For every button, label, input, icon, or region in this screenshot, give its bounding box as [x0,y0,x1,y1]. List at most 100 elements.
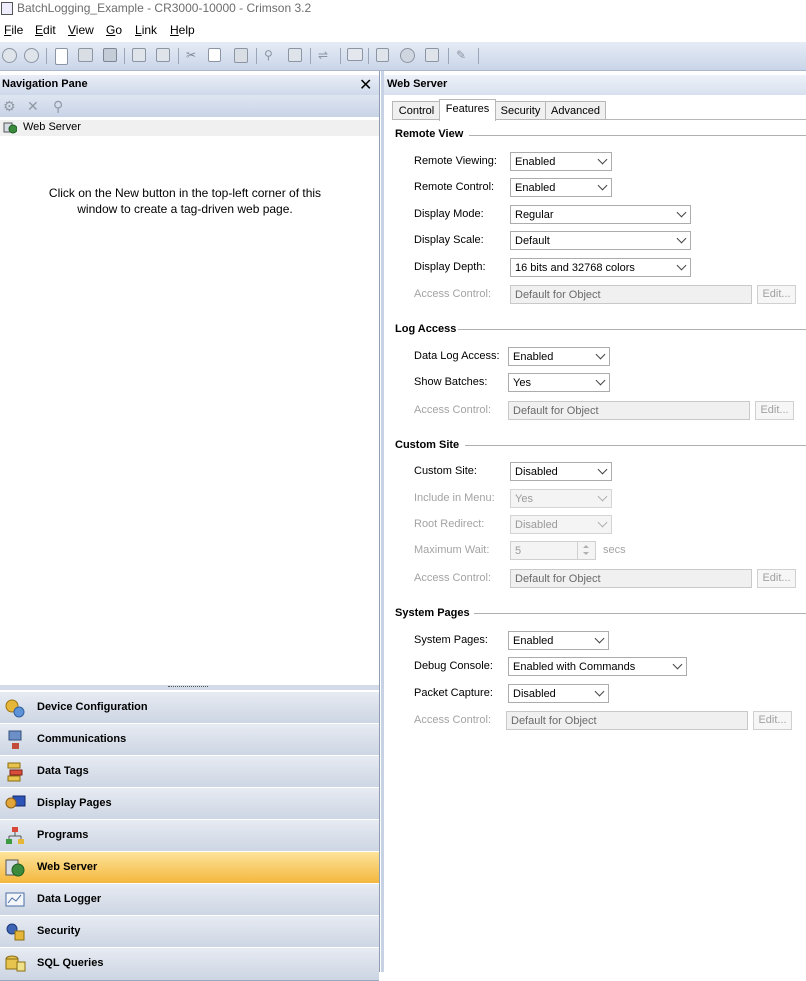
export-icon[interactable] [156,48,170,62]
category-programs[interactable]: Programs [0,819,379,853]
category-device-configuration[interactable]: Device Configuration [0,691,379,725]
toolbar-separator [368,48,369,64]
replace-icon[interactable] [288,48,302,62]
section-custom-site: Custom Site [395,439,460,451]
access-control-edit-button[interactable]: Edit... [753,711,792,730]
debug-console-select[interactable]: Enabled with Commands [508,657,687,676]
root-redirect-select[interactable]: Disabled [510,515,612,534]
menu-file[interactable]: File [4,23,23,37]
title-bar: BatchLogging_Example - CR3000-10000 - Cr… [0,0,806,18]
save-icon[interactable] [103,48,117,62]
cut-icon[interactable]: ✂ [186,48,198,63]
category-label: Device Configuration [37,701,148,713]
open-icon[interactable] [78,48,93,62]
chevron-down-icon [676,233,687,244]
data-logger-icon [5,892,25,907]
maximum-wait-spinner[interactable]: 5 [510,541,596,560]
remote-control-label: Remote Control: [414,181,495,193]
category-communications[interactable]: Communications [0,723,379,757]
window-title: BatchLogging_Example - CR3000-10000 - Cr… [17,1,312,15]
delete-icon[interactable]: ✕ [27,98,39,115]
root-redirect-label: Root Redirect: [414,518,485,530]
display-depth-select[interactable]: 16 bits and 32768 colors [510,258,691,277]
copy-icon[interactable] [208,48,221,62]
spin-down-icon [583,552,589,555]
show-batches-select[interactable]: Yes [508,373,610,392]
category-label: Display Pages [37,797,112,809]
panel-title: Web Server [387,78,448,90]
zoom-icon[interactable] [376,48,389,62]
close-icon[interactable]: ✕ [359,75,372,95]
toolbar-separator [478,48,479,64]
navigation-pane: Navigation Pane ✕ ⚙ ✕ ⚲ Web Server Click… [0,71,380,981]
category-web-server[interactable]: Web Server [0,851,379,885]
navigation-pane-title: Navigation Pane [2,78,88,90]
menu-link[interactable]: Link [135,23,157,37]
system-pages-select[interactable]: Enabled [508,631,609,650]
remote-viewing-label: Remote Viewing: [414,155,497,167]
access-control-field: Default for Object [508,401,750,420]
category-label: Data Logger [37,893,102,905]
include-in-menu-select[interactable]: Yes [510,489,612,508]
menu-go[interactable]: Go [106,23,122,37]
menu-view[interactable]: View [68,23,94,37]
search-icon[interactable]: ⚲ [53,98,63,115]
find-icon[interactable]: ⚲ [264,48,278,63]
tree-item-web-server[interactable]: Web Server [0,120,379,136]
access-control-edit-button[interactable]: Edit... [755,401,794,420]
tab-security[interactable]: Security [494,101,547,120]
category-label: Web Server [37,861,98,873]
security-icon [6,923,25,941]
new-item-icon[interactable]: ⚙ [3,98,16,115]
display-scale-select[interactable]: Default [510,231,691,250]
category-sql-queries[interactable]: SQL Queries [0,947,379,981]
access-control-edit-button[interactable]: Edit... [757,569,796,588]
paste-icon[interactable] [234,48,248,63]
category-data-logger[interactable]: Data Logger [0,883,379,917]
menu-help[interactable]: Help [170,23,195,37]
link-icon[interactable]: ⇌ [318,48,334,63]
section-rule [474,613,806,614]
section-rule [465,445,806,446]
access-control-edit-button[interactable]: Edit... [757,285,796,304]
category-display-pages[interactable]: Display Pages [0,787,379,821]
monitor-icon[interactable] [347,48,363,61]
data-log-access-select[interactable]: Enabled [508,347,610,366]
custom-site-label: Custom Site: [414,465,477,477]
new-file-icon[interactable] [55,48,68,65]
category-security[interactable]: Security [0,915,379,949]
system-pages-label: System Pages: [414,634,488,646]
toolbar-separator [340,48,341,64]
navigation-pane-header: Navigation Pane ✕ [0,75,379,95]
tab-advanced[interactable]: Advanced [545,101,606,120]
custom-site-select[interactable]: Disabled [510,462,612,481]
maximum-wait-unit: secs [603,544,626,556]
category-data-tags[interactable]: Data Tags [0,755,379,789]
splitter-grip[interactable] [168,686,208,689]
forward-icon[interactable] [24,48,39,63]
pane-splitter[interactable] [0,685,379,690]
display-mode-select[interactable]: Regular [510,205,691,224]
tab-control[interactable]: Control [392,101,441,120]
remote-viewing-select[interactable]: Enabled [510,152,612,171]
chevron-down-icon [597,154,608,165]
display-mode-label: Display Mode: [414,208,484,220]
gear2-icon[interactable] [425,48,439,62]
pen-icon[interactable]: ✎ [456,48,470,63]
chevron-down-icon [676,207,687,218]
packet-capture-select[interactable]: Disabled [508,684,609,703]
display-depth-label: Display Depth: [414,261,486,273]
menu-edit[interactable]: Edit [35,23,56,37]
show-batches-label: Show Batches: [414,376,488,388]
category-label: Security [37,925,81,937]
spinner-buttons[interactable] [577,542,595,559]
remote-control-select[interactable]: Enabled [510,178,612,197]
section-rule [469,135,806,136]
communications-icon [8,730,22,749]
tab-features[interactable]: Features [439,99,496,121]
section-remote-view: Remote View [395,128,464,140]
back-icon[interactable] [2,48,17,63]
gear-icon[interactable] [400,48,415,63]
chevron-down-icon [676,260,687,271]
import-icon[interactable] [132,48,146,62]
